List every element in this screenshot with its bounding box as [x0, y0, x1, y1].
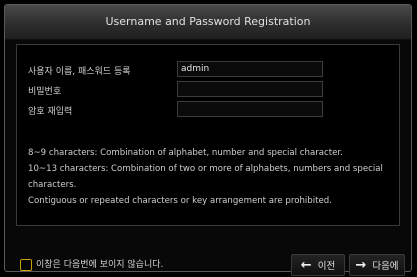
dialog-title: Username and Password Registration — [5, 5, 411, 40]
username-label: 사용자 이름, 패스워드 등록 — [28, 67, 131, 77]
arrow-left-icon: ← — [300, 257, 312, 273]
arrow-right-icon: → — [355, 257, 367, 273]
confirm-password-label: 암호 재입력 — [28, 107, 73, 117]
confirm-password-field[interactable] — [177, 101, 323, 117]
password-field[interactable] — [177, 81, 323, 97]
previous-button-label: 이전 — [317, 261, 336, 272]
username-field[interactable]: admin — [177, 61, 323, 77]
password-rule-note: 8~9 characters: Combination of alphabet,… — [28, 148, 343, 158]
password-label: 비밀번호 — [28, 87, 62, 97]
next-button[interactable]: → 다음에 — [349, 254, 405, 276]
previous-button[interactable]: ← 이전 — [291, 254, 345, 276]
dont-show-again-checkbox[interactable] — [20, 259, 32, 271]
password-rule-note: Contiguous or repeated characters or key… — [28, 196, 332, 206]
password-rule-note: characters. — [28, 180, 77, 190]
dont-show-again-label: 이창은 다음번에 보이지 않습니다. — [36, 260, 164, 270]
password-rule-note: 10~13 characters: Combination of two or … — [28, 164, 383, 174]
next-button-label: 다음에 — [372, 261, 399, 272]
